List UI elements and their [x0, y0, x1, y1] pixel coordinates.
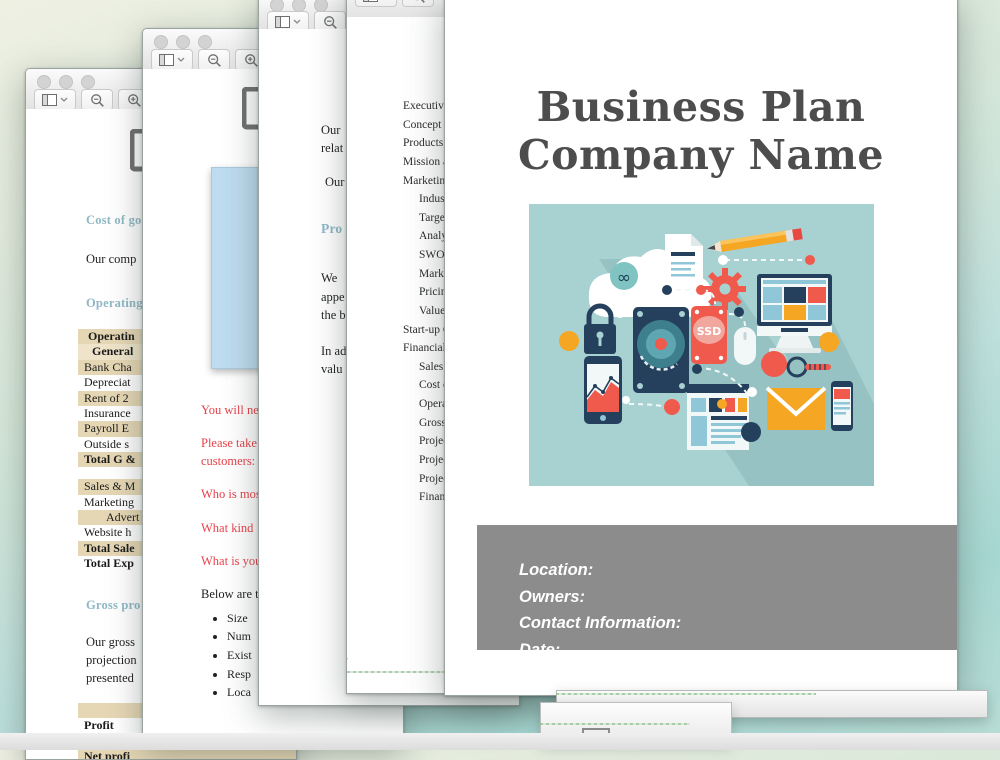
window-traffic-lights[interactable] — [37, 75, 95, 89]
desktop-background: Cost of go Our comp Operating Operatin G… — [0, 0, 1000, 760]
sidebar-toggle-icon — [42, 94, 57, 106]
flat-technology-devices-illustration: ∞ SSD — [528, 203, 874, 486]
cover-title: Business Plan Company Name — [517, 83, 884, 180]
sidebar-toggle-icon — [159, 54, 174, 66]
sidebar-toggle-button[interactable] — [355, 0, 397, 7]
background-sheet-rule-2 — [540, 723, 690, 725]
svg-text:SSD: SSD — [696, 325, 720, 338]
zoom-out-icon — [90, 93, 105, 108]
window-traffic-lights[interactable] — [154, 35, 212, 49]
sidebar-toggle-icon — [275, 16, 290, 28]
zoom-out-icon — [323, 15, 338, 30]
zoom-out-button[interactable] — [402, 0, 434, 7]
bottom-bar — [0, 733, 1000, 750]
sidebar-toggle-icon — [363, 0, 378, 2]
zoom-out-icon — [411, 0, 426, 4]
chevron-down-icon — [60, 97, 68, 103]
maximize-button[interactable] — [81, 75, 95, 89]
close-button[interactable] — [37, 75, 51, 89]
cover-page-window[interactable]: Business Plan Company Name ∞ SSD Locatio… — [444, 0, 958, 696]
illustration-svg: ∞ SSD — [528, 203, 874, 486]
zoom-in-icon — [127, 93, 142, 108]
footer-field-date: Date: — [519, 641, 561, 660]
page-number: ~ 4 ~ — [347, 652, 348, 667]
zoom-out-button[interactable] — [198, 49, 230, 71]
zoom-out-icon — [207, 53, 222, 68]
minimize-button[interactable] — [176, 35, 190, 49]
zoom-in-icon — [244, 53, 259, 68]
cover-page: Business Plan Company Name ∞ SSD Locatio… — [445, 0, 957, 695]
cover-footer-fields: Location: Owners: Contact Information: D… — [477, 525, 957, 659]
footer-field-owners: Owners: — [519, 587, 586, 606]
footer-field-location: Location: — [519, 561, 594, 579]
table-row: Net profi — [78, 748, 296, 759]
sidebar-toggle-button[interactable] — [151, 49, 193, 71]
minimize-button[interactable] — [59, 75, 73, 89]
close-button[interactable] — [154, 35, 168, 49]
footer-field-contact: Contact Information: — [519, 614, 682, 633]
chevron-down-icon — [293, 19, 301, 25]
maximize-button[interactable] — [198, 35, 212, 49]
background-sheet-rule-1 — [556, 693, 816, 695]
zoom-out-button[interactable] — [81, 89, 113, 111]
sidebar-toggle-button[interactable] — [34, 89, 76, 111]
svg-text:∞: ∞ — [616, 268, 630, 288]
chevron-down-icon — [177, 57, 185, 63]
